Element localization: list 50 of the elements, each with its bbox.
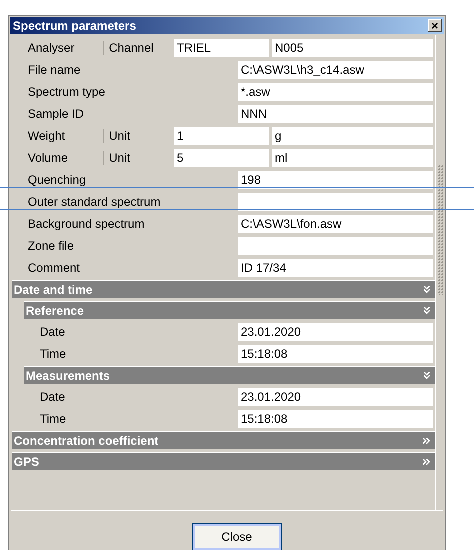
field-label: Time <box>40 412 66 426</box>
value-field[interactable]: N005 <box>272 39 433 57</box>
field-label: Weight <box>28 129 66 143</box>
value-field[interactable]: ID 17/34 <box>238 259 433 277</box>
value-field[interactable]: *.asw <box>238 83 433 101</box>
field-label: Volume <box>28 151 68 165</box>
double-chevron-right-icon[interactable] <box>423 458 430 464</box>
value-field[interactable]: 15:18:08 <box>238 410 433 428</box>
value-field[interactable]: NNN <box>238 105 433 123</box>
field-label: Date <box>40 390 66 404</box>
unit-label: Unit <box>103 129 130 143</box>
field-label: Spectrum type <box>28 85 106 99</box>
value-field[interactable] <box>238 237 433 255</box>
value-field[interactable]: 23.01.2020 <box>238 323 433 341</box>
field-label: Time <box>40 347 66 361</box>
close-button[interactable]: × <box>428 19 442 32</box>
field-label: File name <box>28 63 81 77</box>
double-chevron-down-icon[interactable] <box>424 372 430 379</box>
section-header[interactable]: Date and time <box>12 280 435 298</box>
field-label: Background spectrum <box>28 217 145 231</box>
section-header[interactable]: Concentration coefficient <box>12 431 435 449</box>
field-label: Outer standard spectrum <box>28 195 161 209</box>
value-field[interactable]: C:\ASW3L\fon.asw <box>238 215 433 233</box>
subsection-header[interactable]: Measurements <box>24 366 435 384</box>
value-field[interactable]: g <box>272 127 433 145</box>
window-title: Spectrum parameters <box>13 18 136 32</box>
field-label: Zone file <box>28 239 74 253</box>
value-field[interactable] <box>238 193 433 211</box>
unit-label: Channel <box>103 41 154 55</box>
double-chevron-down-icon[interactable] <box>424 286 430 293</box>
field-label: Sample ID <box>28 107 84 121</box>
unit-label: Unit <box>103 151 130 165</box>
value-field[interactable]: 23.01.2020 <box>238 388 433 406</box>
double-chevron-right-icon[interactable] <box>423 438 430 444</box>
value-field[interactable]: 1 <box>174 127 269 145</box>
section-header[interactable]: GPS <box>12 452 435 470</box>
double-chevron-down-icon[interactable] <box>424 307 430 314</box>
subsection-header[interactable]: Reference <box>24 301 435 319</box>
value-field[interactable]: ml <box>272 149 433 167</box>
close-button[interactable]: Close <box>192 523 282 550</box>
field-label: Date <box>40 325 66 339</box>
value-field[interactable]: C:\ASW3L\h3_c14.asw <box>238 61 433 79</box>
value-field[interactable]: 198 <box>238 171 433 189</box>
value-field[interactable]: 15:18:08 <box>238 345 433 363</box>
value-field[interactable]: TRIEL <box>174 39 269 57</box>
field-label: Analyser <box>28 41 75 55</box>
field-label: Comment <box>28 261 80 275</box>
splitter-grip[interactable] <box>438 165 444 295</box>
field-label: Quenching <box>28 173 86 187</box>
value-field[interactable]: 5 <box>174 149 269 167</box>
